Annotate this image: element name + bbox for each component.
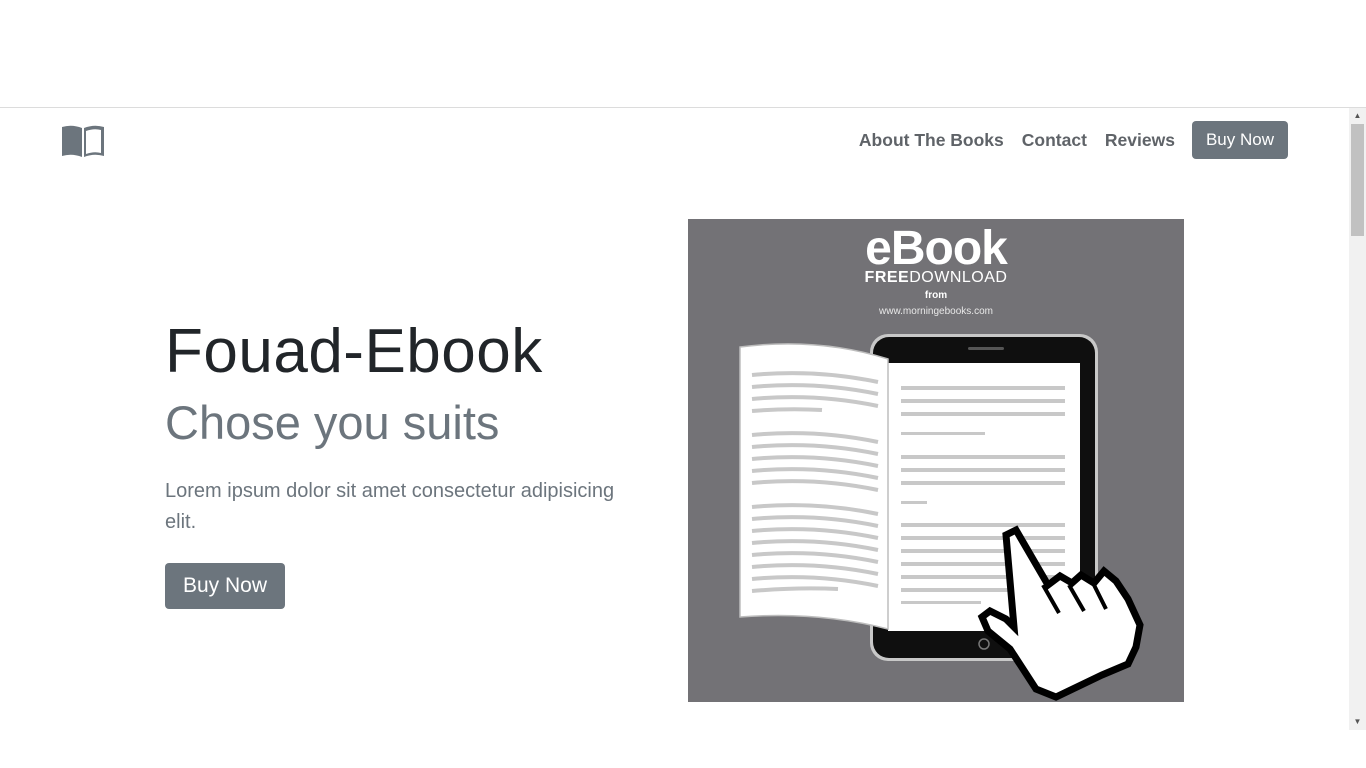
main-nav: About The Books Contact Reviews Buy Now	[841, 121, 1288, 159]
ebook-promo-image: eBook FREEDOWNLOAD from www.morningebook…	[688, 219, 1184, 702]
browser-bottom-area	[0, 730, 1366, 768]
scroll-down-icon[interactable]: ▼	[1349, 714, 1366, 730]
page-viewport: About The Books Contact Reviews Buy Now …	[0, 108, 1349, 768]
image-sub-download: DOWNLOAD	[909, 269, 1008, 286]
image-url: www.morningebooks.com	[879, 306, 993, 317]
nav-contact[interactable]: Contact	[1022, 130, 1087, 151]
nav-about[interactable]: About The Books	[859, 130, 1004, 151]
nav-buy-now-button[interactable]: Buy Now	[1191, 121, 1288, 159]
image-title: eBook	[865, 222, 1008, 275]
book-open-icon[interactable]	[60, 123, 106, 159]
hero-buy-now-button[interactable]: Buy Now	[165, 563, 286, 609]
vertical-scrollbar[interactable]: ▲ ▼	[1349, 108, 1366, 730]
image-subtitle: FREEDOWNLOAD	[688, 269, 1184, 287]
scroll-up-icon[interactable]: ▲	[1349, 108, 1366, 124]
image-sub-free: FREE	[864, 269, 910, 286]
nav-reviews[interactable]: Reviews	[1105, 130, 1175, 151]
hero-title: Fouad-Ebook	[165, 317, 543, 386]
browser-top-area	[0, 0, 1366, 108]
scroll-thumb[interactable]	[1351, 124, 1364, 236]
hero-description: Lorem ipsum dolor sit amet consectetur a…	[165, 480, 615, 533]
image-from: from	[924, 290, 948, 301]
hero-subtitle: Chose you suits	[165, 396, 500, 449]
